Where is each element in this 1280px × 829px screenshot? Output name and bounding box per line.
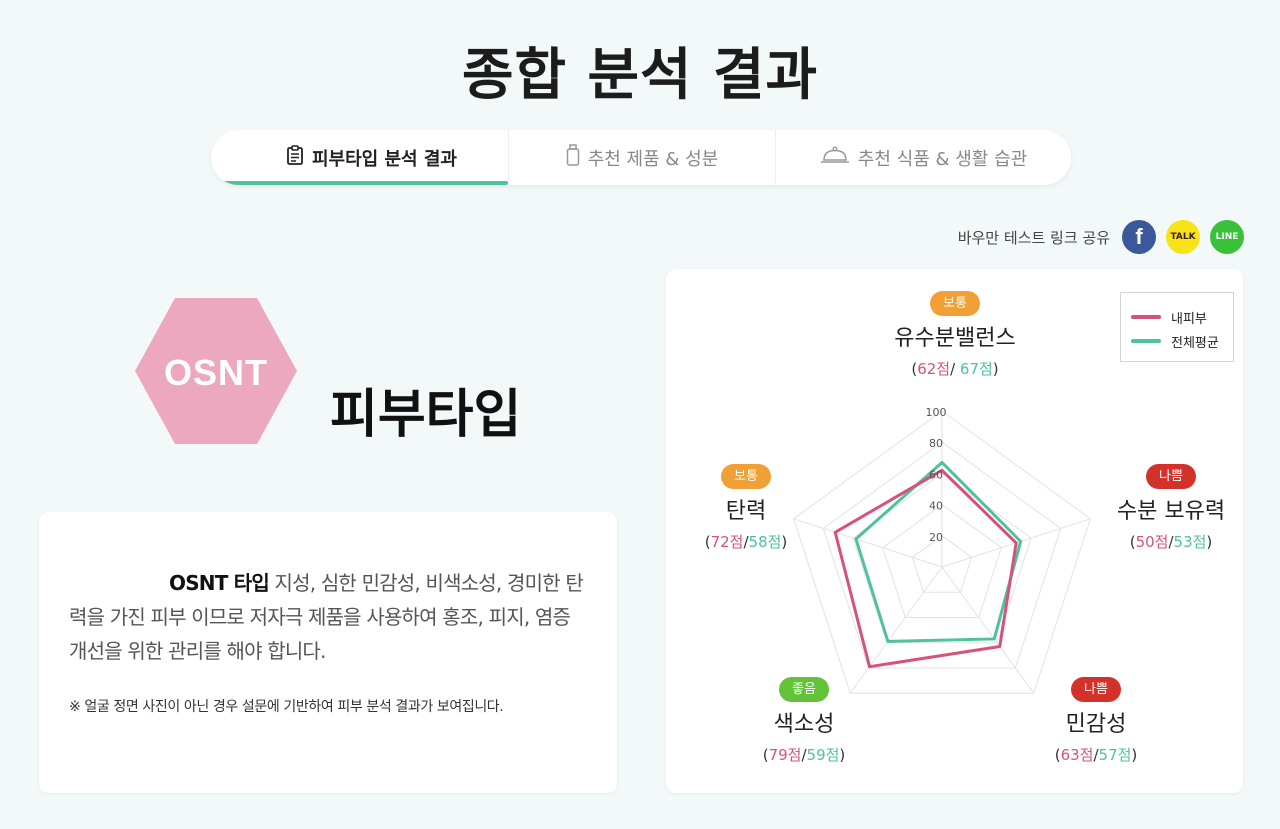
axis-label-moisture-retention: 나쁨 수분 보유력 (50점/53점) xyxy=(1096,464,1246,552)
clipboard-icon xyxy=(286,145,312,170)
share-label: 바우만 테스트 링크 공유 xyxy=(957,228,1110,247)
status-badge: 나쁨 xyxy=(1146,464,1196,489)
tick-label: 100 xyxy=(926,406,947,419)
status-badge: 좋음 xyxy=(779,677,829,702)
bottle-icon xyxy=(566,144,588,171)
status-badge: 나쁨 xyxy=(1071,677,1121,702)
axis-name: 민감성 xyxy=(1065,712,1127,737)
axis-name: 수분 보유력 xyxy=(1116,499,1226,524)
skin-type-code: OSNT xyxy=(163,352,268,393)
legend-swatch-avg xyxy=(1131,339,1161,343)
axis-label-elasticity: 보통 탄력 (72점/58점) xyxy=(686,464,806,552)
score-avg: 57점 xyxy=(1098,746,1132,764)
score-avg: 53점 xyxy=(1173,533,1207,551)
axis-label-pigmentation: 좋음 색소성 (79점/59점) xyxy=(744,677,864,765)
line-share-button[interactable]: LINE xyxy=(1210,220,1244,254)
facebook-share-button[interactable]: f xyxy=(1122,220,1156,254)
tab-label: 추천 제품 & 성분 xyxy=(587,148,719,170)
axis-name: 유수분밸런스 xyxy=(894,326,1016,351)
status-badge: 보통 xyxy=(721,464,771,489)
description-card: OSNT 타입 지성, 심한 민감성, 비색소성, 경미한 탄력을 가진 피부 … xyxy=(39,512,617,793)
score-avg: 67점 xyxy=(959,360,993,378)
tick-label: 60 xyxy=(929,468,943,481)
status-badge: 보통 xyxy=(930,291,980,316)
tick-label: 40 xyxy=(929,500,943,513)
axis-score: (62점/ 67점) xyxy=(911,360,999,378)
legend-swatch-mine xyxy=(1131,315,1161,319)
description-body: 지성, 심한 민감성, 비색소성, 경미한 탄력을 가진 피부 이므로 저자극 … xyxy=(69,571,584,663)
legend-item-avg: 전체평균 xyxy=(1131,329,1233,353)
tab-label: 추천 식품 & 생활 습관 xyxy=(857,148,1028,170)
score-mine: 72점 xyxy=(710,533,744,551)
axis-score: (50점/53점) xyxy=(1129,533,1213,551)
score-avg: 59점 xyxy=(806,746,840,764)
result-tabs: 피부타입 분석 결과 추천 제품 & 성분 추천 식품 & 생활 습관 xyxy=(211,130,1071,185)
tab-recommended-products[interactable]: 추천 제품 & 성분 xyxy=(508,130,775,185)
score-avg: 58점 xyxy=(748,533,782,551)
tick-label: 20 xyxy=(929,531,943,544)
description-text: OSNT 타입 지성, 심한 민감성, 비색소성, 경미한 탄력을 가진 피부 … xyxy=(69,566,587,668)
share-bar: 바우만 테스트 링크 공유 f TALK LINE xyxy=(958,220,1244,254)
page-title: 종합 분석 결과 xyxy=(461,43,819,108)
description-type: OSNT 타입 xyxy=(169,571,270,595)
legend-label-mine: 내피부 xyxy=(1171,311,1207,327)
skin-type-label: 피부타입 xyxy=(330,385,522,445)
legend-label-avg: 전체평균 xyxy=(1171,335,1219,351)
food-cloche-icon xyxy=(820,146,858,169)
radar-chart-card: 20 40 60 80 100 내피부 전체평균 보통 유수분밸런스 (62점/ 67점… xyxy=(666,269,1243,793)
tab-recommended-food[interactable]: 추천 식품 & 생활 습관 xyxy=(775,130,1071,185)
score-mine: 63점 xyxy=(1060,746,1094,764)
grid-spoke xyxy=(941,566,1035,694)
score-separator: / xyxy=(950,360,960,378)
score-mine: 79점 xyxy=(768,746,802,764)
tab-label: 피부타입 분석 결과 xyxy=(311,148,457,170)
tick-label: 80 xyxy=(929,437,943,450)
axis-score: (72점/58점) xyxy=(704,533,788,551)
axis-score: (63점/57점) xyxy=(1054,746,1138,764)
score-mine: 50점 xyxy=(1135,533,1169,551)
axis-name: 색소성 xyxy=(773,712,835,737)
tab-skin-type-result[interactable]: 피부타입 분석 결과 xyxy=(211,130,508,185)
legend-item-mine: 내피부 xyxy=(1131,305,1233,329)
axis-name: 탄력 xyxy=(725,499,767,524)
series-avg-line xyxy=(854,460,1023,643)
grid-spoke xyxy=(793,518,943,568)
axis-label-oil-water-balance: 보통 유수분밸런스 (62점/ 67점) xyxy=(855,291,1055,379)
description-note: ※ 얼굴 정면 사진이 아닌 경우 설문에 기반하여 피부 분석 결과가 보여집… xyxy=(69,699,504,715)
grid-spoke xyxy=(849,566,943,694)
chart-legend: 내피부 전체평균 xyxy=(1120,292,1234,362)
axis-score: (79점/59점) xyxy=(762,746,846,764)
kakaotalk-share-button[interactable]: TALK xyxy=(1166,220,1200,254)
axis-label-sensitivity: 나쁨 민감성 (63점/57점) xyxy=(1036,677,1156,765)
score-mine: 62점 xyxy=(917,360,951,378)
